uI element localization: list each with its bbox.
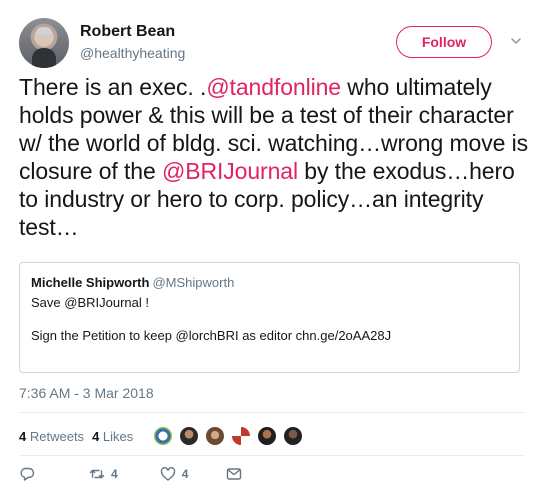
quoted-tweet-line: Save @BRIJournal ! bbox=[31, 295, 149, 310]
reply-icon bbox=[20, 467, 35, 481]
retweets-count: 4 bbox=[19, 428, 27, 444]
liker-avatar[interactable] bbox=[179, 426, 200, 446]
mention-link-brijournal[interactable]: @BRIJournal bbox=[162, 158, 298, 184]
tweet-text: There is an exec. .@tandfonline who ulti… bbox=[19, 73, 529, 241]
retweet-icon bbox=[89, 469, 105, 479]
chevron-down-icon[interactable] bbox=[509, 34, 523, 48]
mention-link-tandfonline[interactable]: @tandfonline bbox=[206, 74, 341, 100]
tweet-text-segment: There is an exec. . bbox=[19, 74, 207, 100]
liker-avatar[interactable] bbox=[283, 426, 304, 446]
quoted-tweet-header: Michelle Shipworth @MShipworth bbox=[31, 275, 508, 290]
author-name[interactable]: Robert Bean bbox=[80, 23, 175, 41]
likes-count: 4 bbox=[92, 428, 100, 444]
retweets-label: Retweets bbox=[29, 428, 85, 444]
author-avatar[interactable] bbox=[19, 18, 69, 68]
author-handle[interactable]: @healthyheating bbox=[80, 45, 185, 61]
liker-avatar[interactable] bbox=[257, 426, 278, 446]
liker-avatar[interactable] bbox=[153, 426, 174, 446]
like-button[interactable]: 4 bbox=[160, 466, 189, 482]
liker-avatar[interactable] bbox=[205, 426, 226, 446]
follow-button[interactable]: Follow bbox=[396, 26, 492, 58]
quoted-author-name: Michelle Shipworth bbox=[31, 275, 150, 290]
heart-icon bbox=[160, 467, 175, 481]
tweet-actions: 4 4 bbox=[19, 464, 242, 484]
liker-avatar[interactable] bbox=[231, 426, 252, 446]
likes-stat[interactable]: 4 Likes bbox=[92, 429, 133, 444]
divider bbox=[19, 455, 524, 456]
tweet-header: Robert Bean @healthyheating Follow bbox=[19, 14, 529, 70]
envelope-icon bbox=[227, 468, 242, 480]
liker-avatars bbox=[153, 426, 309, 446]
direct-message-button[interactable] bbox=[226, 466, 242, 482]
reply-button[interactable] bbox=[19, 466, 35, 482]
divider bbox=[19, 412, 524, 413]
like-count: 4 bbox=[181, 467, 189, 481]
retweet-count: 4 bbox=[111, 467, 118, 481]
likes-label: Likes bbox=[102, 428, 134, 444]
tweet-timestamp[interactable]: 7:36 AM - 3 Mar 2018 bbox=[19, 385, 154, 401]
quoted-author-handle: @MShipworth bbox=[152, 275, 235, 290]
retweet-button[interactable]: 4 bbox=[89, 466, 118, 482]
quoted-tweet-line: Sign the Petition to keep @lorchBRI as e… bbox=[31, 328, 392, 343]
quoted-tweet[interactable]: Michelle Shipworth @MShipworth Save @BRIJ… bbox=[19, 262, 520, 373]
retweets-stat[interactable]: 4 Retweets bbox=[19, 429, 84, 444]
engagement-stats: 4 Retweets 4 Likes bbox=[19, 423, 309, 449]
